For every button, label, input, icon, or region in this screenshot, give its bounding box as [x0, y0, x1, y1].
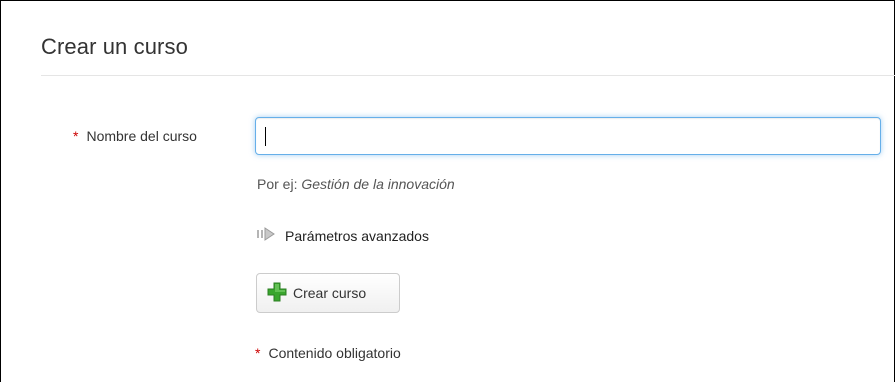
required-marker: *: [73, 128, 79, 144]
arrow-right-icon: [256, 225, 285, 246]
mandatory-note: * Contenido obligatorio: [255, 345, 401, 361]
course-name-label: * Nombre del curso: [73, 128, 197, 144]
create-course-button-label: Crear curso: [293, 285, 367, 301]
create-course-panel: Crear un curso * Nombre del curso Por ej:…: [0, 0, 895, 382]
advanced-parameters-label: Parámetros avanzados: [285, 227, 429, 244]
course-name-label-text: Nombre del curso: [86, 128, 197, 144]
course-name-help: Por ej: Gestión de la innovación: [257, 176, 455, 192]
page-title: Crear un curso: [41, 34, 188, 59]
required-marker-note: *: [255, 345, 261, 361]
green-plus-icon: [267, 282, 293, 305]
advanced-parameters-toggle[interactable]: Parámetros avanzados: [256, 225, 429, 246]
help-prefix: Por ej:: [257, 176, 298, 192]
help-example: Gestión de la innovación: [301, 176, 455, 192]
title-divider: [41, 75, 895, 76]
create-course-button[interactable]: Crear curso: [256, 273, 400, 313]
text-cursor: [265, 127, 266, 146]
course-name-input[interactable]: [255, 117, 881, 155]
mandatory-note-text: Contenido obligatorio: [268, 345, 401, 361]
